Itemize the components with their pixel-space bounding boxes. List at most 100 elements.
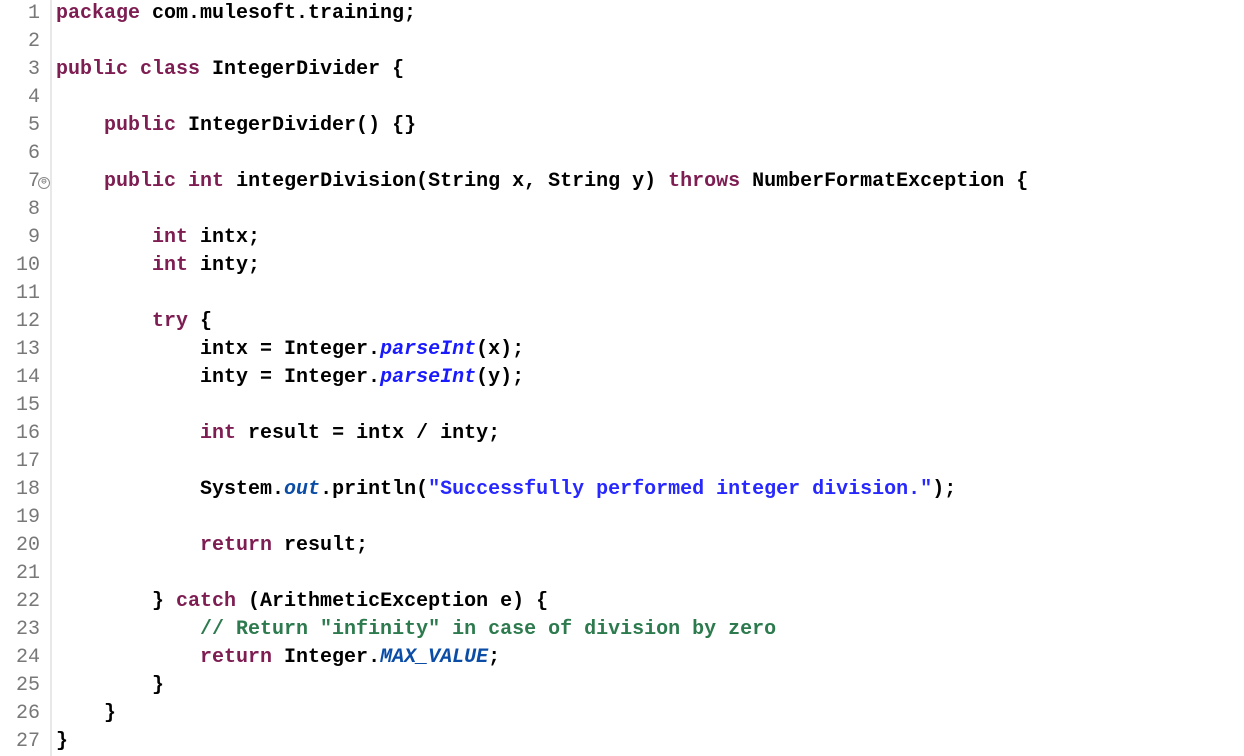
line-number: 7⊖ [0,168,40,196]
code-token: public [104,170,176,193]
code-line[interactable] [56,280,1028,308]
code-token [56,618,200,641]
line-number: 21 [0,560,40,588]
code-line[interactable]: } [56,700,1028,728]
line-number-text: 13 [16,338,40,361]
line-number: 19 [0,504,40,532]
line-number: 6 [0,140,40,168]
code-token: return [200,646,272,669]
code-line[interactable] [56,392,1028,420]
code-token: parseInt [380,338,476,361]
code-token: int [152,254,188,277]
code-token: .println( [320,478,428,501]
line-number-text: 22 [16,590,40,613]
code-token: (x); [476,338,524,361]
code-area[interactable]: package com.mulesoft.training; public cl… [52,0,1028,756]
code-line[interactable] [56,84,1028,112]
code-token: intx = Integer. [56,338,380,361]
line-number-text: 15 [16,394,40,417]
code-line[interactable]: public int integerDivision(String x, Str… [56,168,1028,196]
code-token: IntegerDivider { [200,58,404,81]
line-number: 12 [0,308,40,336]
line-number: 16 [0,420,40,448]
line-number: 2 [0,28,40,56]
code-line[interactable] [56,140,1028,168]
line-number-text: 6 [28,142,40,165]
line-number-text: 20 [16,534,40,557]
code-token: // Return "infinity" in case of division… [200,618,776,641]
code-token: NumberFormatException { [740,170,1028,193]
code-line[interactable]: } [56,672,1028,700]
code-line[interactable]: int result = intx / inty; [56,420,1028,448]
code-token: class [140,58,200,81]
line-number: 22 [0,588,40,616]
line-number: 9 [0,224,40,252]
code-token [128,58,140,81]
line-number-text: 24 [16,646,40,669]
line-number-text: 23 [16,618,40,641]
code-token: catch [176,590,236,613]
code-token: result = intx / inty; [236,422,500,445]
line-number-text: 27 [16,730,40,753]
code-token: Integer. [272,646,380,669]
line-number: 4 [0,84,40,112]
code-token: { [188,310,212,333]
line-number-gutter: 1234567⊖89101112131415161718192021222324… [0,0,44,756]
line-number: 11 [0,280,40,308]
code-token: try [152,310,188,333]
code-token [56,114,104,137]
code-line[interactable]: int inty; [56,252,1028,280]
code-token [56,226,152,249]
code-line[interactable]: public class IntegerDivider { [56,56,1028,84]
code-line[interactable]: try { [56,308,1028,336]
code-line[interactable] [56,28,1028,56]
code-token: int [200,422,236,445]
code-line[interactable] [56,504,1028,532]
code-token: integerDivision(String x, String y) [224,170,668,193]
code-line[interactable]: } catch (ArithmeticException e) { [56,588,1028,616]
line-number-text: 11 [16,282,40,305]
code-token: } [56,702,116,725]
code-line[interactable]: // Return "infinity" in case of division… [56,616,1028,644]
code-line[interactable] [56,560,1028,588]
code-line[interactable]: return Integer.MAX_VALUE; [56,644,1028,672]
code-token [56,422,200,445]
code-line[interactable]: intx = Integer.parseInt(x); [56,336,1028,364]
code-token: intx; [188,226,260,249]
code-token [56,170,104,193]
line-number-text: 5 [28,114,40,137]
line-number-text: 9 [28,226,40,249]
code-line[interactable] [56,196,1028,224]
code-line[interactable]: inty = Integer.parseInt(y); [56,364,1028,392]
code-line[interactable]: return result; [56,532,1028,560]
line-number-text: 12 [16,310,40,333]
code-token: inty; [188,254,260,277]
line-number-text: 18 [16,478,40,501]
line-number: 15 [0,392,40,420]
line-number: 14 [0,364,40,392]
line-number-text: 8 [28,198,40,221]
line-number-text: 26 [16,702,40,725]
line-number: 26 [0,700,40,728]
code-line[interactable]: int intx; [56,224,1028,252]
line-number-text: 16 [16,422,40,445]
line-number: 13 [0,336,40,364]
code-line[interactable]: package com.mulesoft.training; [56,0,1028,28]
line-number-text: 17 [16,450,40,473]
code-line[interactable]: } [56,728,1028,756]
code-token: "Successfully performed integer division… [428,478,932,501]
code-token: throws [668,170,740,193]
code-token: inty = Integer. [56,366,380,389]
code-token: System. [56,478,284,501]
code-token [56,310,152,333]
fold-toggle-icon[interactable]: ⊖ [38,177,50,189]
line-number: 8 [0,196,40,224]
code-token: (ArithmeticException e) { [236,590,548,613]
code-token: public [56,58,128,81]
line-number: 24 [0,644,40,672]
code-line[interactable] [56,448,1028,476]
code-line[interactable]: System.out.println("Successfully perform… [56,476,1028,504]
line-number: 18 [0,476,40,504]
code-line[interactable]: public IntegerDivider() {} [56,112,1028,140]
line-number: 27 [0,728,40,756]
